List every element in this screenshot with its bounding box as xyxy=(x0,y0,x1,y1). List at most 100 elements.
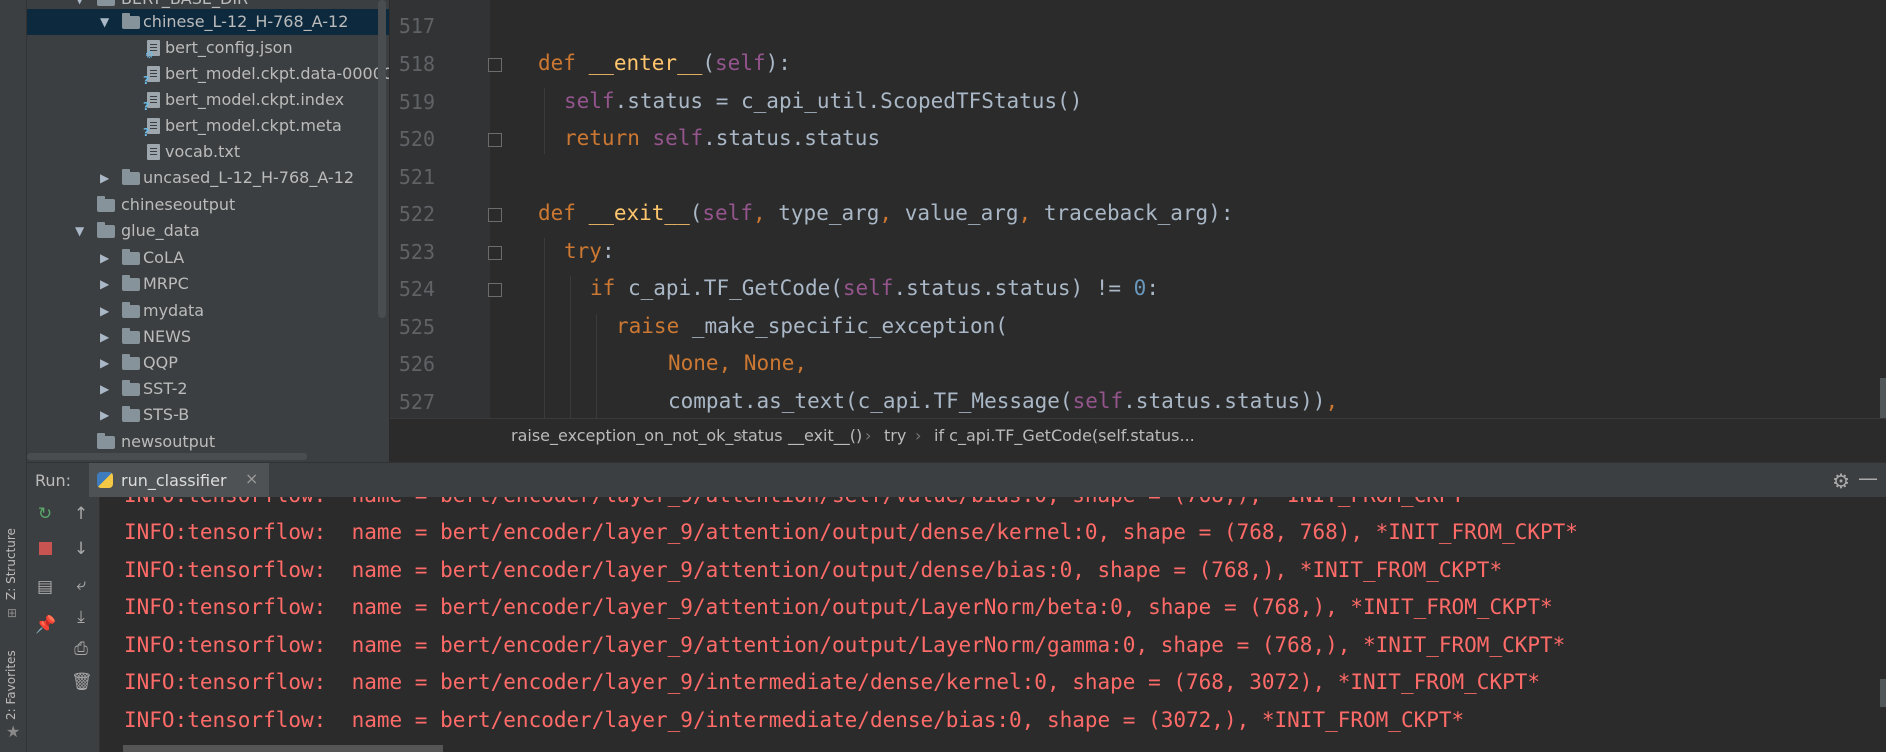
breadcrumb-separator: › xyxy=(738,426,745,445)
arrow-down-icon[interactable]: ↓ xyxy=(71,539,91,559)
indent-guide xyxy=(596,314,597,418)
indent-guide xyxy=(544,88,545,154)
expand-arrow-icon[interactable]: ▶ xyxy=(100,298,114,324)
minimize-icon[interactable]: — xyxy=(1858,466,1878,490)
expand-arrow-icon[interactable]: ▶ xyxy=(100,165,114,191)
tree-horizontal-scrollbar[interactable] xyxy=(27,453,307,460)
expand-arrow-icon[interactable]: ▶ xyxy=(100,271,114,297)
unknown-file-icon xyxy=(143,118,160,146)
tree-item-ckpt-index[interactable]: bert_model.ckpt.index xyxy=(27,87,389,120)
fold-marker-icon[interactable] xyxy=(488,58,502,72)
folder-icon xyxy=(122,406,140,422)
folder-icon xyxy=(122,328,140,344)
fold-marker-icon[interactable] xyxy=(488,133,502,147)
line-number: 525 xyxy=(398,315,435,339)
expand-arrow-icon[interactable]: ▶ xyxy=(100,324,114,350)
console-horizontal-scrollbar[interactable] xyxy=(123,745,443,752)
trash-icon[interactable]: 🗑 xyxy=(71,672,93,692)
tree-item-label: bert_model.ckpt.data-00000-o xyxy=(165,64,389,83)
tree-item-uncased-model[interactable]: ▶ uncased_L-12_H-768_A-12 xyxy=(27,165,389,191)
tree-item-label: CoLA xyxy=(143,248,185,267)
breadcrumb-item[interactable]: __exit__() xyxy=(788,426,862,445)
expand-arrow-icon[interactable]: ▶ xyxy=(100,350,114,376)
tree-item-news[interactable]: ▶ NEWS xyxy=(27,324,389,350)
breadcrumb-item[interactable]: try xyxy=(884,426,906,445)
tree-item-label: chinese_L-12_H-768_A-12 xyxy=(143,12,349,31)
run-toolbar-secondary: ↑ ↓ ⤶ ⤓ ⎙ 🗑 xyxy=(63,497,100,752)
code-editor[interactable]: 517 518 519 520 521 522 523 524 525 526 … xyxy=(390,0,1886,418)
line-number: 520 xyxy=(398,127,435,151)
code-line-527: compat.as_text(c_api.TF_Message(self.sta… xyxy=(668,389,1339,413)
code-line-524: if c_api.TF_GetCode(self.status.status) … xyxy=(590,276,1159,300)
tree-item-label: uncased_L-12_H-768_A-12 xyxy=(143,168,355,187)
tree-item-chinese-model[interactable]: ▼ chinese_L-12_H-768_A-12 xyxy=(27,9,389,35)
expand-arrow-icon[interactable]: ▼ xyxy=(100,9,114,35)
code-line-526: None, None, xyxy=(668,351,808,375)
fold-marker-icon[interactable] xyxy=(488,283,502,297)
code-line-525: raise _make_specific_exception( xyxy=(616,314,1008,338)
tree-item-stsb[interactable]: ▶ STS-B xyxy=(27,402,389,428)
structure-tool-tab[interactable]: Z: Structure xyxy=(4,528,18,600)
folder-icon xyxy=(122,275,140,291)
tree-item-label: vocab.txt xyxy=(165,142,241,161)
gear-icon[interactable]: ⚙ xyxy=(1832,469,1850,493)
tree-item-newsoutput[interactable]: newsoutput xyxy=(27,429,389,455)
soft-wrap-icon[interactable]: ⤶ xyxy=(71,575,91,595)
code-line-523: try: xyxy=(564,239,615,263)
indent-guide xyxy=(570,276,571,418)
tree-item-vocab[interactable]: vocab.txt xyxy=(27,139,389,165)
expand-arrow-icon[interactable]: ▼ xyxy=(75,218,89,244)
layout-icon[interactable]: ▤ xyxy=(35,577,55,597)
console-scroll-marker[interactable] xyxy=(1880,679,1886,707)
tree-item-ckpt-meta[interactable]: bert_model.ckpt.meta xyxy=(27,113,389,146)
unknown-file-icon xyxy=(143,92,160,120)
tree-vertical-scrollbar[interactable] xyxy=(378,0,386,318)
python-icon xyxy=(97,472,113,488)
line-number-gutter: 517 518 519 520 521 522 523 524 525 526 … xyxy=(390,0,490,418)
expand-arrow-icon[interactable]: ▶ xyxy=(100,245,114,271)
tree-item-label: chineseoutput xyxy=(121,195,236,214)
tree-item-label: QQP xyxy=(143,353,178,372)
run-tab-label: run_classifier xyxy=(121,471,227,490)
tree-item-label: mydata xyxy=(143,301,205,320)
tree-item-bert-config[interactable]: bert_config.json xyxy=(27,35,389,69)
close-icon[interactable]: × xyxy=(245,469,258,488)
folder-icon xyxy=(97,433,115,449)
breadcrumb: raise_exception_on_not_ok_status › __exi… xyxy=(390,418,1886,451)
fold-marker-icon[interactable] xyxy=(488,208,502,222)
tree-item-ckpt-data[interactable]: bert_model.ckpt.data-00000-o xyxy=(27,61,389,94)
console-line: INFO:tensorflow: name = bert/encoder/lay… xyxy=(124,633,1566,657)
json-file-icon xyxy=(145,40,160,69)
tree-item-mrpc[interactable]: ▶ MRPC xyxy=(27,271,389,297)
run-label: Run: xyxy=(35,471,72,490)
breadcrumb-item[interactable]: if c_api.TF_GetCode(self.status... xyxy=(934,426,1195,445)
print-icon[interactable]: ⎙ xyxy=(71,639,91,659)
tree-item-sst2[interactable]: ▶ SST-2 xyxy=(27,376,389,402)
stop-icon xyxy=(38,542,52,555)
scroll-to-end-icon[interactable]: ⤓ xyxy=(71,607,91,627)
fold-marker-icon[interactable] xyxy=(488,246,502,260)
tree-item-glue-data[interactable]: ▼ glue_data xyxy=(27,218,389,244)
expand-arrow-icon[interactable]: ▶ xyxy=(100,376,114,402)
line-number: 524 xyxy=(398,277,435,301)
tree-item-mydata[interactable]: ▶ mydata xyxy=(27,298,389,324)
rerun-icon[interactable]: ↻ xyxy=(35,504,55,524)
tree-item-label: newsoutput xyxy=(121,432,216,451)
tree-item-label: NEWS xyxy=(143,327,192,346)
tree-item-cola[interactable]: ▶ CoLA xyxy=(27,245,389,271)
stop-button[interactable] xyxy=(35,539,55,559)
folder-icon xyxy=(122,302,140,318)
tree-item-label: bert_model.ckpt.index xyxy=(165,90,345,109)
breadcrumb-separator: › xyxy=(865,426,872,445)
arrow-up-icon[interactable]: ↑ xyxy=(71,504,91,524)
tree-item-qqp[interactable]: ▶ QQP xyxy=(27,350,389,376)
tree-item-chineseoutput[interactable]: chineseoutput xyxy=(27,192,389,218)
favorites-tool-tab[interactable]: 2: Favorites xyxy=(4,650,18,720)
editor-scroll-marker[interactable] xyxy=(1880,378,1886,418)
code-line-519: self.status = c_api_util.ScopedTFStatus(… xyxy=(564,89,1083,113)
run-tab[interactable]: run_classifier × xyxy=(89,463,269,497)
pin-icon[interactable]: 📌 xyxy=(35,615,56,635)
expand-arrow-icon[interactable]: ▶ xyxy=(100,402,114,428)
console-line: INFO:tensorflow: name = bert/encoder/lay… xyxy=(124,520,1578,544)
console-output[interactable]: INFO:tensorflow: name = bert/encoder/lay… xyxy=(100,497,1886,752)
